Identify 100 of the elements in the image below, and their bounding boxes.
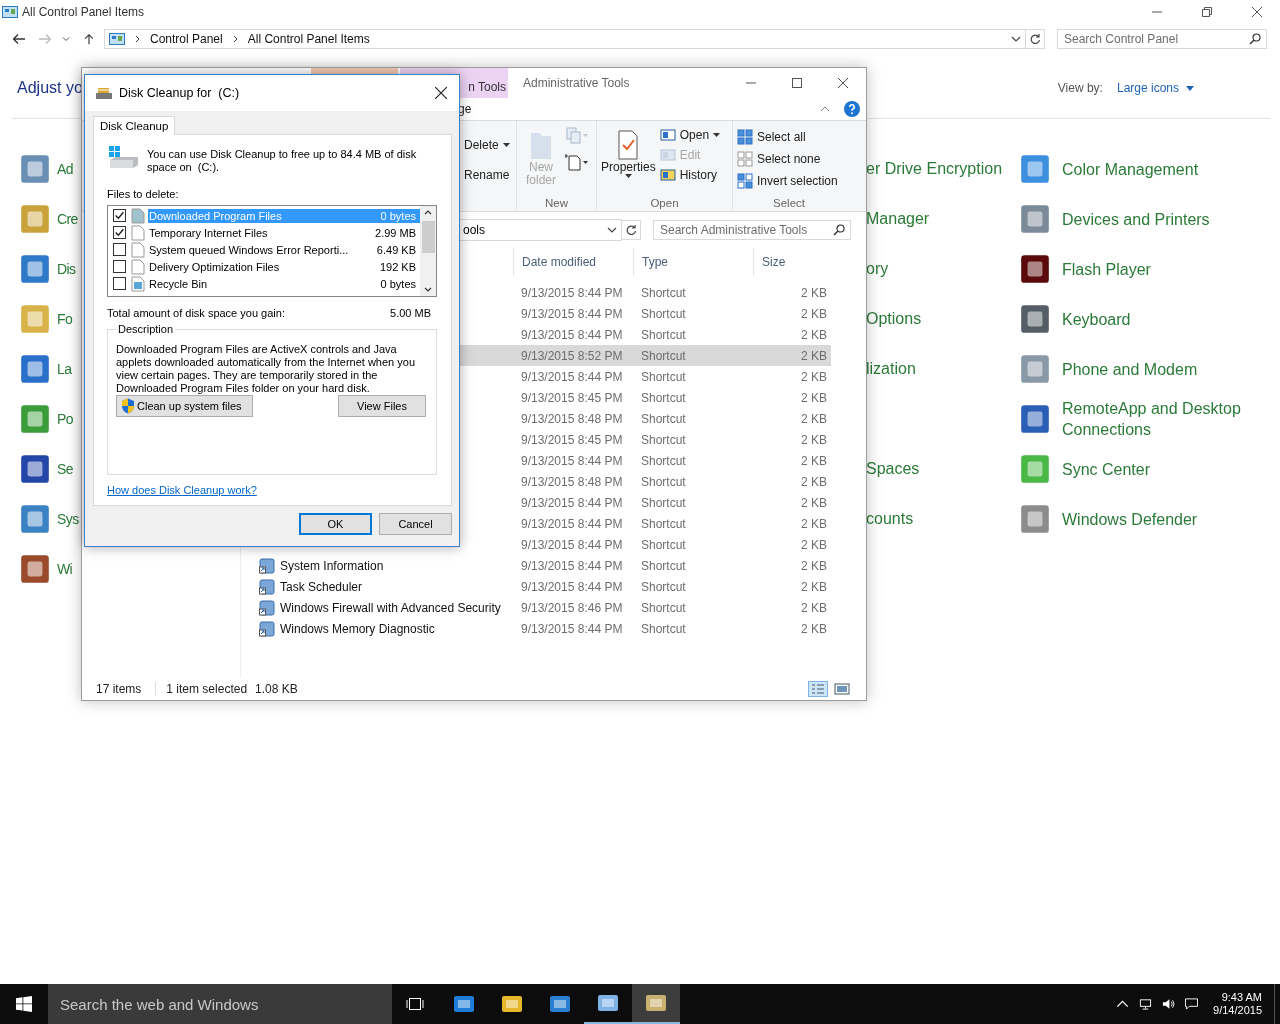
- app-icon[interactable]: [1018, 302, 1052, 336]
- checked-document-icon[interactable]: [616, 129, 641, 161]
- up-arrow-icon[interactable]: [82, 33, 96, 45]
- ribbon-button[interactable]: Rename: [464, 165, 512, 185]
- close-icon[interactable]: [838, 78, 848, 88]
- large-icons-view-icon[interactable]: [832, 681, 852, 697]
- file-category[interactable]: Recycle Bin 0 bytes: [148, 276, 420, 291]
- new-item-icon[interactable]: [565, 153, 589, 171]
- clock-date[interactable]: 9/14/2015: [1213, 1004, 1262, 1017]
- windows-logo-icon[interactable]: [16, 996, 32, 1012]
- applet-link[interactable]: Fo: [57, 311, 73, 327]
- volume-icon[interactable]: [1162, 998, 1176, 1010]
- checkbox[interactable]: [113, 243, 126, 256]
- applet-link[interactable]: La: [57, 361, 72, 377]
- file-row[interactable]: Windows Memory Diagnostic 9/13/2015 8:44 PM Shortcut 2 KB: [259, 618, 831, 639]
- view-by-dropdown[interactable]: Large icons: [1116, 81, 1179, 95]
- applet-link[interactable]: Cre: [57, 211, 78, 227]
- file-row[interactable]: Task Scheduler 9/13/2015 8:44 PM Shortcut 2 KB: [259, 576, 831, 597]
- applet-link[interactable]: Sync Center: [1062, 458, 1151, 480]
- applet-link[interactable]: counts: [866, 510, 914, 528]
- chevron-down-icon[interactable]: [1011, 36, 1021, 42]
- checkbox[interactable]: [113, 209, 126, 222]
- shield-icon[interactable]: [121, 398, 135, 414]
- ribbon-button[interactable]: Delete: [464, 135, 512, 155]
- applet-link[interactable]: Color Management: [1062, 158, 1199, 180]
- close-icon[interactable]: [435, 87, 447, 99]
- column-header[interactable]: Size: [753, 248, 831, 276]
- file-row[interactable]: System Information 9/13/2015 8:44 PM Shortcut 2 KB: [259, 555, 831, 576]
- applet-link[interactable]: Dis: [57, 261, 76, 277]
- applet-link[interactable]: Phone and Modem: [1062, 358, 1198, 380]
- scrollbar-thumb[interactable]: [421, 221, 435, 253]
- checkbox[interactable]: [113, 260, 126, 273]
- chevron-down-icon[interactable]: [424, 287, 432, 292]
- applet-link[interactable]: ory: [866, 260, 889, 278]
- search-field[interactable]: Search Administrative Tools: [653, 220, 851, 240]
- app-icon[interactable]: [1018, 402, 1052, 436]
- applet-link[interactable]: RemoteApp and Desktop Connections: [1062, 398, 1252, 440]
- dialog-tab[interactable]: Disk Cleanup: [93, 116, 176, 135]
- ribbon-button[interactable]: Select none: [737, 149, 841, 169]
- file-category[interactable]: System queued Windows Error Reporti... 6.49 KB: [148, 242, 420, 257]
- breadcrumb-item[interactable]: All Control Panel Items: [247, 32, 370, 46]
- cancel-button[interactable]: Cancel: [379, 513, 452, 535]
- app-icon[interactable]: [18, 552, 52, 586]
- caret-icon[interactable]: [624, 174, 632, 178]
- ribbon-button[interactable]: Open: [659, 125, 721, 145]
- chevron-down-icon[interactable]: [607, 227, 617, 233]
- task-view-icon[interactable]: [406, 997, 424, 1011]
- refresh-button[interactable]: [622, 220, 641, 240]
- breadcrumb-item[interactable]: Control Panel: [150, 32, 223, 46]
- search-field[interactable]: Search Control Panel: [1057, 29, 1267, 49]
- window-icon[interactable]: [644, 993, 668, 1013]
- window-icon[interactable]: [596, 993, 620, 1013]
- grid-icon[interactable]: [737, 173, 753, 189]
- close-icon[interactable]: [1252, 7, 1262, 17]
- help-link[interactable]: How does Disk Cleanup work?: [107, 484, 257, 496]
- applet-link[interactable]: Windows Defender: [1062, 508, 1198, 530]
- applet-link[interactable]: Se: [57, 461, 73, 477]
- restore-icon[interactable]: [1202, 7, 1212, 17]
- chevron-up-icon[interactable]: [424, 210, 432, 215]
- taskbar-app[interactable]: [632, 984, 680, 1024]
- caret-icon[interactable]: [1186, 85, 1194, 91]
- message-icon[interactable]: [1185, 998, 1199, 1010]
- applet-link[interactable]: Spaces: [866, 460, 920, 478]
- ribbon-button[interactable]: Invert selection: [737, 171, 841, 191]
- file-category[interactable]: Downloaded Program Files 0 bytes: [148, 208, 420, 223]
- applet-link[interactable]: Manager: [866, 210, 930, 228]
- applet-link[interactable]: Sys: [57, 511, 79, 527]
- file-row[interactable]: Windows Firewall with Advanced Security 9/13/2015 8:46 PM Shortcut 2 KB: [259, 597, 831, 618]
- caret-icon[interactable]: [502, 143, 510, 147]
- window-icon[interactable]: [452, 994, 476, 1014]
- window-icon[interactable]: [500, 994, 524, 1014]
- back-arrow-icon[interactable]: [12, 33, 26, 45]
- window-icon[interactable]: [548, 994, 572, 1014]
- cleanup-button[interactable]: Clean up system files: [116, 395, 253, 417]
- properties-button[interactable]: Properties: [601, 125, 656, 197]
- applet-link[interactable]: Flash Player: [1062, 258, 1151, 280]
- clock-time[interactable]: 9:43 AM: [1221, 991, 1262, 1004]
- column-header[interactable]: Date modified: [513, 248, 633, 276]
- network-icon[interactable]: [1139, 998, 1153, 1010]
- applet-link[interactable]: Devices and Printers: [1062, 208, 1210, 230]
- applet-link[interactable]: lization: [866, 360, 916, 378]
- applet-link[interactable]: Ad: [57, 161, 73, 177]
- maximize-icon[interactable]: [792, 78, 802, 88]
- applet-link[interactable]: er Drive Encryption: [866, 160, 1003, 178]
- chevron-up-icon[interactable]: [1116, 998, 1130, 1010]
- checkbox[interactable]: [113, 277, 126, 290]
- app-icon[interactable]: [1018, 252, 1052, 286]
- refresh-button[interactable]: [1026, 29, 1045, 49]
- ribbon-button[interactable]: Select all: [737, 127, 841, 147]
- address-bar[interactable]: Control Panel All Control Panel Items: [104, 29, 1026, 49]
- ribbon-button[interactable]: History: [659, 165, 721, 185]
- file-category[interactable]: Temporary Internet Files 2.99 MB: [148, 225, 420, 240]
- refresh-icon[interactable]: [1029, 33, 1041, 45]
- applet-link[interactable]: Po: [57, 411, 73, 427]
- grid-icon[interactable]: [737, 129, 753, 145]
- refresh-icon[interactable]: [625, 224, 637, 236]
- scrollbar-track[interactable]: [420, 206, 436, 296]
- applet-link[interactable]: Options: [866, 310, 922, 328]
- view-files-button[interactable]: View Files: [338, 395, 426, 417]
- applet-link[interactable]: Wi: [57, 561, 73, 577]
